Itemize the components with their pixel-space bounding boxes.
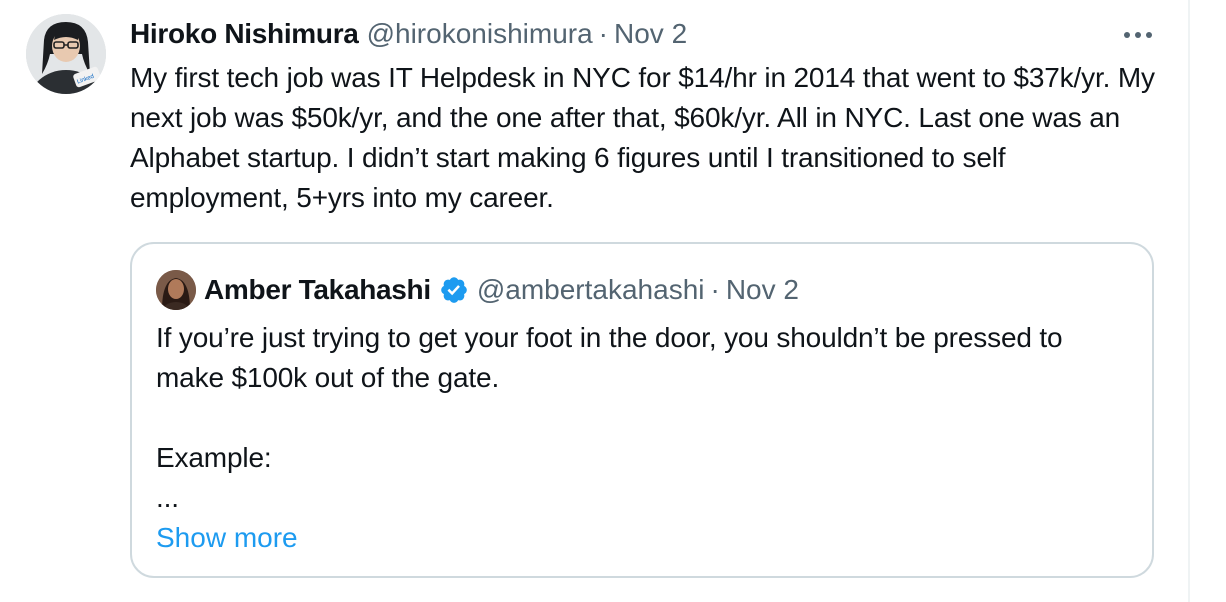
quoted-text-line: If you’re just trying to get your foot i… xyxy=(156,322,1063,393)
author-avatar-image: Linked xyxy=(26,14,106,94)
quoted-text-ellipsis: ... xyxy=(156,482,179,513)
author-name[interactable]: Hiroko Nishimura xyxy=(130,16,359,52)
author-avatar[interactable]: Linked xyxy=(26,14,106,94)
more-options-button[interactable] xyxy=(1118,20,1158,50)
tweet-header: Hiroko Nishimura @hirokonishimura · Nov … xyxy=(130,16,687,52)
quoted-tweet-header: Amber Takahashi @ambertakahashi · Nov 2 xyxy=(204,270,799,310)
quoted-author-handle[interactable]: @ambertakahashi xyxy=(477,270,705,310)
header-separator: · xyxy=(598,18,608,49)
quoted-author-name[interactable]: Amber Takahashi xyxy=(204,270,431,310)
quoted-text-example: Example: xyxy=(156,442,272,473)
quoted-header-separator: · xyxy=(710,274,720,305)
quoted-tweet[interactable]: Amber Takahashi @ambertakahashi · Nov 2 … xyxy=(130,242,1154,578)
column-divider xyxy=(1188,0,1190,602)
tweet-card[interactable]: Linked Hiroko Nishimura @hirokonishimura… xyxy=(0,0,1188,602)
verified-badge-icon xyxy=(439,275,469,305)
quoted-tweet-date[interactable]: Nov 2 xyxy=(726,270,799,310)
author-handle[interactable]: @hirokonishimura xyxy=(367,16,593,52)
tweet-date[interactable]: Nov 2 xyxy=(614,16,687,52)
more-horizontal-icon xyxy=(1124,32,1152,38)
quoted-author-avatar[interactable] xyxy=(156,270,196,310)
tweet-text: My first tech job was IT Helpdesk in NYC… xyxy=(130,62,1155,213)
quoted-avatar-image xyxy=(156,270,196,310)
quoted-tweet-text: If you’re just trying to get your foot i… xyxy=(156,318,1116,518)
show-more-link[interactable]: Show more xyxy=(156,518,298,558)
